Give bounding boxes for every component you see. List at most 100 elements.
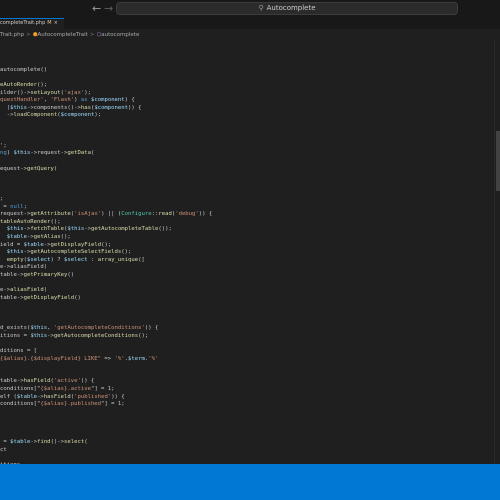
code-line[interactable]: $table->getAlias(); (0, 234, 71, 242)
code-line[interactable]: conditions["{$alias}.published"] = 1; (0, 401, 125, 409)
code-line[interactable]: ->loadComponent($component); (0, 112, 101, 120)
code-token: $this (30, 325, 48, 332)
code-line[interactable]: table->getPrimaryKey() (0, 272, 74, 280)
code-line[interactable]: equest->getQuery( (0, 166, 57, 174)
code-line[interactable]: elf ($table->hasField('published')) { (0, 394, 125, 402)
code-line[interactable]: ield = $table->getDisplayField(); (0, 242, 111, 250)
code-line[interactable]: ; (0, 196, 3, 204)
code-token: ([ (138, 256, 145, 263)
code-token: $term (128, 355, 145, 362)
code-token: ; (0, 196, 4, 202)
code-token: loadComponent (13, 112, 58, 119)
code-token: $table (6, 234, 27, 240)
code-token: $table (16, 393, 38, 400)
code-token: (); (60, 234, 71, 240)
code-token: getDisplayField (23, 294, 75, 301)
breadcrumb-class[interactable]: AutocompleteTrait (38, 32, 88, 38)
code-line[interactable]: $this->getAutocompleteSelectFields(); (0, 249, 132, 257)
code-token: 'Flash' (50, 97, 75, 104)
command-center-search[interactable]: ⚲ Autocomplete (116, 2, 458, 15)
code-token: = (0, 203, 11, 210)
code-token: -> (37, 393, 44, 400)
tab-autocomplete-trait[interactable]: completeTrait.php M × (0, 18, 64, 29)
code-token: as (80, 97, 88, 104)
code-token: , (43, 97, 51, 104)
code-token: $table (23, 241, 44, 248)
code-line[interactable]: eAutoRender(); (0, 82, 47, 90)
code-line[interactable]: '; (0, 143, 7, 151)
code-token: e-> (0, 287, 11, 294)
code-line[interactable]: d_exists($this, 'getAutocompleteConditio… (0, 325, 158, 333)
code-token: table-> (0, 294, 24, 301)
code-line[interactable]: questHandler', 'Flash') as $component) { (0, 97, 135, 105)
code-line[interactable]: itions = $this->getAutocompleteCondition… (0, 333, 148, 341)
code-line[interactable]: autocomplete() (0, 67, 47, 75)
arrow-right-icon[interactable]: → (104, 2, 113, 15)
code-line[interactable]: ilder()->setLayout('ajax'); (0, 90, 91, 98)
code-token: 'isAjax' (74, 211, 102, 218)
code-line[interactable]: table->hasField('active')) { (0, 378, 94, 386)
close-icon[interactable]: × (54, 20, 58, 26)
code-token: ()-> (50, 439, 65, 446)
code-token: getAttribute (30, 211, 71, 218)
code-line[interactable]: ng) $this->request->getData( (0, 150, 94, 158)
code-line[interactable]: e->aliasField( (0, 287, 47, 295)
code-token: ; (111, 386, 115, 392)
code-token: setLayout (30, 89, 61, 96)
code-line[interactable]: tableAutoRender(); (0, 219, 61, 227)
code-line[interactable]: empty($select) ? $select : array_unique(… (0, 257, 145, 265)
code-line[interactable]: request->getAttribute('isAjax') || (Conf… (0, 211, 212, 219)
code-line[interactable]: {$alias}.{$displayField} LIKE" => '%'.$t… (0, 356, 158, 364)
code-line[interactable]: e->aliasField( (0, 264, 47, 272)
code-editor[interactable]: autocomplete() eAutoRender(); ilder()->set… (0, 41, 495, 464)
code-line[interactable]: = null; (0, 204, 27, 212)
code-token: "] = (101, 401, 118, 408)
code-token: (); (138, 332, 149, 339)
breadcrumb-method[interactable]: autocomplete (101, 32, 139, 38)
code-token: ( (84, 439, 88, 446)
code-token: (); (101, 241, 112, 248)
code-token: 'active' (53, 378, 81, 385)
code-token: ) (6, 150, 14, 157)
code-token: questHandler' (0, 97, 44, 104)
breadcrumb-file[interactable]: Trait.php (0, 32, 24, 38)
code-line[interactable]: conditions["{$alias}.active"] = 1; (0, 386, 115, 394)
scrollbar-thumb[interactable] (496, 131, 500, 191)
code-token: ) || ( (101, 211, 122, 218)
code-token: '%' (114, 355, 125, 362)
code-token: getAutocompleteSelectFields (30, 249, 122, 256)
code-token: '%' (148, 355, 159, 362)
code-line[interactable]: $this->fetchTable($this->getAutocomplete… (0, 226, 172, 234)
arrow-left-icon[interactable]: ← (92, 2, 101, 15)
search-label: Autocomplete (266, 4, 316, 12)
code-line[interactable]: ditions = [ (0, 348, 37, 356)
code-token: ( (0, 104, 11, 111)
code-token: getAlias (33, 234, 61, 240)
code-line[interactable]: ($this->components()->has($component)) { (0, 105, 142, 113)
code-token: () (74, 294, 81, 301)
title-bar: ← → ⚲ Autocomplete (0, 0, 500, 18)
breadcrumb-separator: > (26, 32, 31, 38)
code-token: getAutocompleteConditions (53, 332, 139, 339)
code-token: Configure (121, 211, 152, 218)
code-token: getData (67, 150, 91, 157)
code-line[interactable]: table->getDisplayField() (0, 295, 81, 303)
vertical-scrollbar[interactable] (494, 41, 500, 464)
code-line[interactable]: ct (0, 447, 7, 455)
code-token: $table (10, 439, 31, 446)
code-token: $component (60, 112, 95, 119)
code-token: conditions[" (0, 386, 41, 392)
code-token: ; (121, 401, 125, 408)
code-token: ); (94, 112, 102, 119)
code-token: aliasField (10, 287, 44, 294)
code-token: (); (37, 82, 48, 88)
code-line[interactable]: = $table->find()->select( (0, 439, 88, 447)
status-bar (0, 464, 500, 500)
code-token: $this (30, 332, 48, 339)
code-token: "] = (90, 386, 108, 392)
code-token: ) (74, 97, 81, 104)
code-token: {$alias}.{$displayField} LIKE" (0, 355, 102, 362)
code-token: autocomplete() (0, 66, 48, 73)
